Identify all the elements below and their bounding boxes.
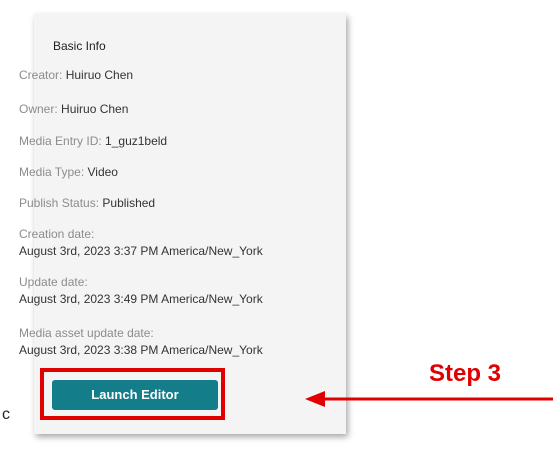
- panel-title: Basic Info: [53, 39, 106, 53]
- owner-field: Owner: Huiruo Chen: [19, 101, 128, 118]
- media-asset-update-date-value: August 3rd, 2023 3:38 PM America/New_Yor…: [19, 343, 263, 357]
- creation-date-field: Creation date: August 3rd, 2023 3:37 PM …: [19, 226, 263, 260]
- creation-date-value: August 3rd, 2023 3:37 PM America/New_Yor…: [19, 244, 263, 258]
- media-entry-id-label: Media Entry ID:: [19, 134, 102, 148]
- pointer-arrow-icon: [305, 391, 553, 407]
- update-date-label: Update date:: [19, 275, 88, 289]
- launch-editor-button[interactable]: Launch Editor: [52, 380, 218, 410]
- media-entry-id-value: 1_guz1beld: [105, 134, 168, 148]
- media-entry-id-field: Media Entry ID: 1_guz1beld: [19, 133, 167, 150]
- media-asset-update-date-label: Media asset update date:: [19, 326, 154, 340]
- publish-status-value: Published: [102, 196, 156, 210]
- media-asset-update-date-field: Media asset update date: August 3rd, 202…: [19, 325, 263, 359]
- media-type-value: Video: [87, 165, 118, 179]
- creator-label: Creator:: [19, 68, 63, 82]
- owner-value: Huiruo Chen: [61, 102, 129, 116]
- media-type-label: Media Type:: [19, 165, 85, 179]
- update-date-value: August 3rd, 2023 3:49 PM America/New_Yor…: [19, 292, 263, 306]
- screenshot-stage: Basic Info Creator: Huiruo Chen Owner: H…: [0, 0, 553, 449]
- step-label: Step 3: [429, 360, 502, 387]
- creation-date-label: Creation date:: [19, 227, 95, 241]
- creator-value: Huiruo Chen: [65, 68, 134, 82]
- publish-status-label: Publish Status:: [19, 196, 100, 210]
- stray-text: c: [2, 406, 10, 423]
- publish-status-field: Publish Status: Published: [19, 195, 155, 212]
- update-date-field: Update date: August 3rd, 2023 3:49 PM Am…: [19, 274, 263, 308]
- creator-field: Creator: Huiruo Chen: [19, 67, 133, 84]
- owner-label: Owner:: [19, 102, 58, 116]
- media-type-field: Media Type: Video: [19, 164, 118, 181]
